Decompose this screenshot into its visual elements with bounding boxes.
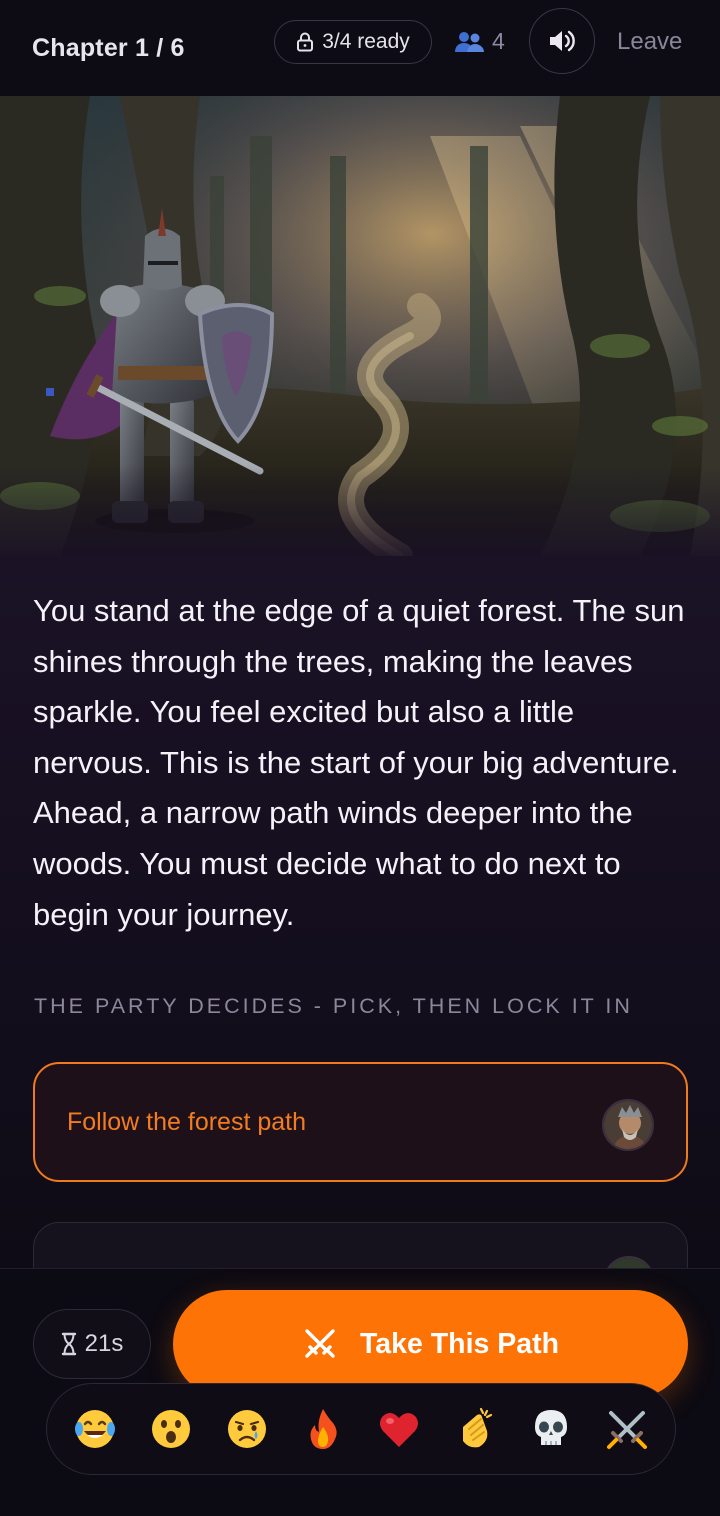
fire-emoji-button[interactable] [293, 1399, 353, 1459]
top-bar: Chapter 1 / 6 3/4 ready 4 Leave [0, 0, 720, 96]
take-this-path-button[interactable]: Take This Path [173, 1290, 688, 1398]
players-count: 4 [454, 28, 505, 55]
countdown-timer: 21s [33, 1309, 151, 1379]
story-panel: You stand at the edge of a quiet forest.… [0, 556, 720, 1342]
choice-label: Follow the forest path [67, 1108, 307, 1136]
speaker-icon [550, 30, 575, 52]
take-this-path-label: Take This Path [359, 1327, 560, 1360]
heart-emoji-button[interactable] [369, 1399, 429, 1459]
chapter-indicator: Chapter 1 / 6 [32, 33, 185, 62]
crying-icon [228, 1410, 266, 1448]
action-bar: 21s Take This Path [0, 1268, 720, 1516]
ready-status-text: 3/4 ready [322, 30, 410, 53]
astonished-emoji-button[interactable] [141, 1399, 201, 1459]
skull-emoji-button[interactable] [521, 1399, 581, 1459]
fire-icon [310, 1409, 337, 1449]
players-count-text: 4 [492, 28, 505, 54]
timer-text: 21s [84, 1330, 124, 1357]
scene-illustration [0, 96, 720, 556]
clapping-icon [463, 1407, 493, 1448]
users-icon [455, 31, 484, 52]
crying-emoji-button[interactable] [217, 1399, 277, 1459]
crossed-swords-icon [305, 1329, 335, 1358]
heart-icon [380, 1412, 418, 1447]
story-text: You stand at the edge of a quiet forest.… [33, 593, 685, 932]
tears-of-joy-emoji-button[interactable] [65, 1399, 125, 1459]
lock-icon [297, 32, 314, 52]
sound-toggle-button[interactable] [529, 8, 595, 74]
tears-of-joy-icon [75, 1410, 115, 1448]
clapping-emoji-button[interactable] [445, 1399, 505, 1459]
ready-status-badge: 3/4 ready [274, 20, 432, 64]
hourglass-icon [61, 1332, 76, 1356]
voter-avatar [602, 1099, 654, 1151]
choice-option-follow-path[interactable]: Follow the forest path [33, 1062, 688, 1182]
decision-instruction: THE PARTY DECIDES - PICK, THEN LOCK IT I… [34, 994, 633, 1018]
crossed-swords-emoji-button[interactable] [597, 1399, 657, 1459]
reaction-bar [46, 1383, 676, 1475]
astonished-icon [152, 1410, 190, 1448]
crossed-swords-icon [607, 1411, 647, 1449]
skull-icon [535, 1410, 567, 1445]
leave-button[interactable]: Leave [617, 28, 682, 56]
